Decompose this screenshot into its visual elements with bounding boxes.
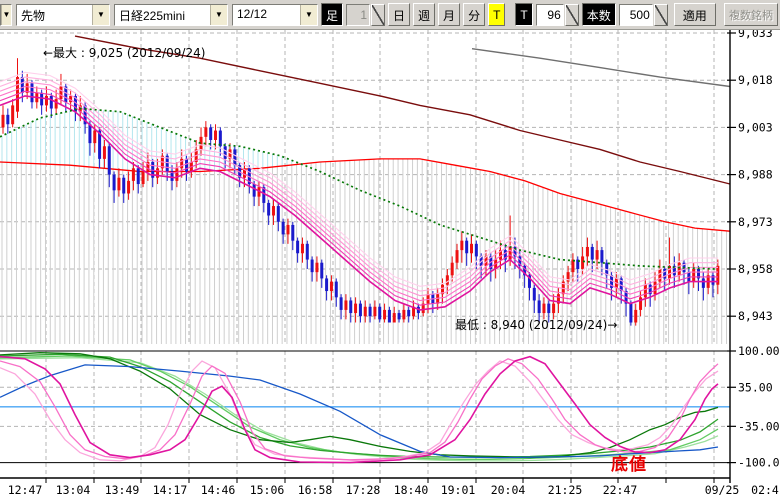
price-axis-label: 9,018 bbox=[738, 73, 773, 87]
tick-count-field[interactable]: 96 bbox=[536, 4, 564, 26]
oscillator-layer bbox=[0, 351, 730, 463]
apply-button[interactable]: 適用 bbox=[674, 3, 716, 26]
month-period-button[interactable]: 月 bbox=[438, 3, 460, 26]
time-axis-label: 22:47 bbox=[603, 483, 638, 497]
bottom-value-label: 底値 bbox=[611, 450, 647, 475]
time-axis-label: 14:17 bbox=[153, 483, 188, 497]
ashi-interval-field: 1 bbox=[346, 4, 370, 26]
time-axis-label: 09/25 bbox=[705, 483, 740, 497]
time-axis-label: 19:01 bbox=[441, 483, 476, 497]
symbol-value: 日経225mini bbox=[115, 5, 210, 25]
bar-count-button[interactable]: 本数 bbox=[582, 3, 616, 26]
chevron-down-icon[interactable]: ▼ bbox=[300, 5, 317, 25]
time-axis-label: 16:58 bbox=[298, 483, 333, 497]
time-axis-label: 17:28 bbox=[346, 483, 381, 497]
oscillator-series-green-pale bbox=[0, 358, 718, 461]
chevron-down-icon[interactable]: ▼ bbox=[210, 5, 227, 25]
day-period-button[interactable]: 日 bbox=[388, 3, 410, 26]
minute-period-button[interactable]: 分 bbox=[463, 3, 485, 26]
time-axis-label: 18:40 bbox=[394, 483, 429, 497]
min-price-annotation: 最低 : 8,940 (2012/09/24)→ bbox=[455, 316, 617, 333]
contract-month-select[interactable]: 12/12 ▼ bbox=[232, 4, 318, 26]
oscillator-series-green-dark bbox=[0, 353, 718, 458]
ashi-interval-spinner[interactable] bbox=[371, 4, 385, 26]
oscillator-series-pink bbox=[0, 359, 718, 460]
time-axis-label: 13:49 bbox=[105, 483, 140, 497]
time-axis-label: 21:25 bbox=[548, 483, 583, 497]
green-ma-layer bbox=[0, 109, 715, 270]
time-axis-label: 12:47 bbox=[8, 483, 43, 497]
time-axis-label: 14:46 bbox=[201, 483, 236, 497]
oscillator-series-green-light bbox=[0, 356, 718, 459]
oscillator-axis-label: -35.00 bbox=[738, 419, 780, 433]
multi-symbol-button[interactable]: 複数銘柄 bbox=[724, 3, 778, 26]
time-axis-label: 20:04 bbox=[491, 483, 526, 497]
price-axis-label: 8,988 bbox=[738, 168, 773, 182]
axes-layer: 9,0339,0189,0038,9888,9738,9588,943100.0… bbox=[0, 26, 780, 497]
instrument-type-select[interactable]: 先物 ▼ bbox=[16, 4, 110, 26]
time-axis-label: 02:4 bbox=[751, 483, 779, 497]
price-chart-canvas[interactable]: 9,0339,0189,0038,9888,9738,9588,943100.0… bbox=[0, 0, 780, 500]
price-axis-label: 8,973 bbox=[738, 215, 773, 229]
tick-count-spinner[interactable] bbox=[565, 4, 579, 26]
price-axis-label: 8,958 bbox=[738, 262, 773, 276]
ashi-mode-button[interactable]: 足 bbox=[321, 3, 343, 26]
week-period-button[interactable]: 週 bbox=[413, 3, 435, 26]
contract-month-value: 12/12 bbox=[233, 5, 300, 25]
instrument-type-value: 先物 bbox=[17, 5, 92, 25]
max-price-annotation: ←最大 : 9,025 (2012/09/24) bbox=[43, 44, 205, 61]
chevron-down-icon[interactable]: ▼ bbox=[1, 5, 11, 25]
tick-count-button[interactable]: T bbox=[515, 3, 532, 26]
time-axis-label: 13:04 bbox=[56, 483, 91, 497]
oscillator-axis-label: 100.00 bbox=[738, 344, 780, 358]
oscillator-series-blue bbox=[0, 365, 718, 458]
time-axis-label: 15:06 bbox=[250, 483, 285, 497]
bar-count-field[interactable]: 500 bbox=[619, 4, 653, 26]
chevron-down-icon[interactable]: ▼ bbox=[92, 5, 109, 25]
toolbar: ▼ 先物 ▼ 日経225mini ▼ 12/12 ▼ 足 1 日 週 月 分 T… bbox=[0, 0, 780, 30]
price-axis-label: 9,003 bbox=[738, 120, 773, 134]
tick-period-button[interactable]: T bbox=[488, 3, 505, 26]
oscillator-axis-label: -100.00 bbox=[738, 456, 780, 470]
edge-combo[interactable]: ▼ bbox=[0, 4, 12, 26]
bar-count-spinner[interactable] bbox=[654, 4, 668, 26]
symbol-select[interactable]: 日経225mini ▼ bbox=[114, 4, 228, 26]
oscillator-axis-label: 35.00 bbox=[738, 380, 773, 394]
price-axis-label: 8,943 bbox=[738, 309, 773, 323]
oscillator-series-pink-pale bbox=[0, 361, 718, 461]
chart-app-window: ▼ 先物 ▼ 日経225mini ▼ 12/12 ▼ 足 1 日 週 月 分 T… bbox=[0, 0, 780, 500]
